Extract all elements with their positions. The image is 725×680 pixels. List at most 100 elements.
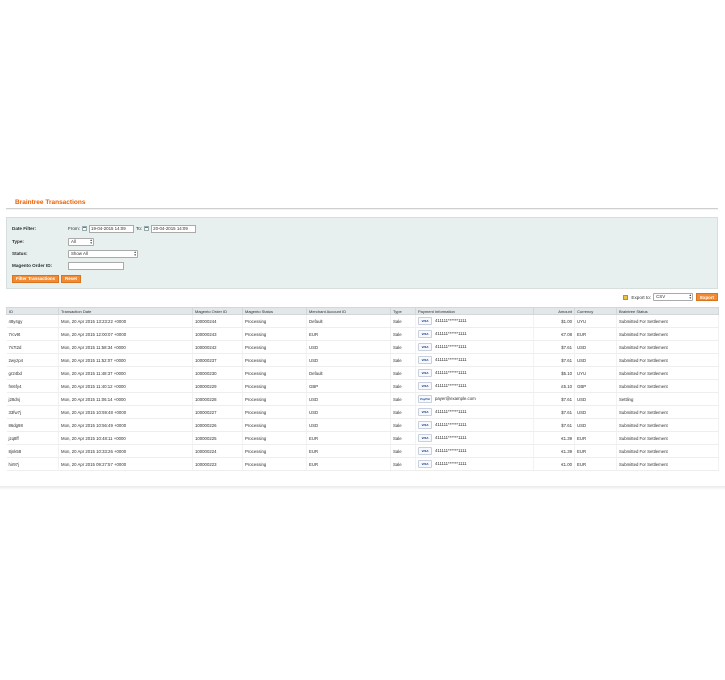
merchant-account-cell: EUR	[306, 444, 391, 458]
magento-status-cell: Processing	[242, 314, 307, 328]
grid-header-row: ID Transaction Date Magento Order ID Magent…	[6, 307, 719, 315]
braintree-status-cell: Submitted For Settlement	[616, 431, 719, 445]
transactions-grid: ID Transaction Date Magento Order ID Magent…	[6, 307, 719, 471]
date-filter-label: Date Filter:	[12, 226, 36, 231]
payment-info-cell: VISA 411111******1111	[415, 379, 534, 393]
column-header[interactable]: Currency	[574, 307, 617, 315]
column-header[interactable]: Magento Order ID	[192, 307, 243, 315]
to-date-input[interactable]: 20-04-2015 14:09	[151, 224, 197, 233]
type-select[interactable]: All ▴ ▾	[68, 237, 94, 246]
column-header[interactable]: ID	[6, 307, 59, 315]
visa-card-icon: VISA	[418, 434, 432, 442]
order-id-row: Magento Order ID:	[12, 261, 124, 270]
visa-card-icon: VISA	[418, 460, 432, 468]
merchant-account-cell: EUR	[306, 457, 391, 471]
payment-info-text: payer@example.com	[435, 396, 476, 402]
column-header[interactable]: Type	[390, 307, 416, 315]
column-header[interactable]: Amount	[533, 307, 575, 315]
table-row[interactable]: gr24bd Mon, 20 Apr 2015 11:48:37 +0000 100…	[6, 366, 719, 380]
braintree-status-cell: Submitted For Settlement	[616, 418, 719, 432]
currency-cell: GBP	[574, 379, 617, 393]
transaction-date-cell: Mon, 20 Apr 2015 10:48:11 +0000	[58, 431, 193, 445]
merchant-account-cell: Default	[306, 314, 391, 328]
table-row[interactable]: 86dg98 Mon, 20 Apr 2015 10:56:49 +0000 100…	[6, 418, 719, 432]
order-id-cell: 100000242	[192, 340, 243, 354]
payment-info-cell: VISA 411111******1111	[415, 405, 534, 419]
transaction-date-cell: Mon, 20 Apr 2015 10:59:48 +0000	[58, 405, 193, 419]
braintree-status-cell: Submitted For Settlement	[616, 353, 719, 367]
from-date-input[interactable]: 19-04-2015 14:09	[89, 224, 134, 233]
table-row[interactable]: j28dnj Mon, 20 Apr 2015 11:06:14 +0000 100…	[6, 392, 719, 406]
status-select[interactable]: Show All ▴ ▾	[68, 249, 138, 258]
visa-card-icon: VISA	[418, 356, 432, 364]
merchant-account-cell: GBP	[306, 379, 391, 393]
order-id-cell: 100000223	[192, 457, 243, 471]
currency-cell: USD	[574, 418, 617, 432]
table-row[interactable]: 33fw7j Mon, 20 Apr 2015 10:59:48 +0000 100…	[6, 405, 719, 419]
braintree-status-cell: Submitted For Settlement	[616, 457, 719, 471]
order-id-cell: 100000226	[192, 418, 243, 432]
magento-status-cell: Processing	[242, 366, 307, 380]
currency-cell: USD	[574, 405, 617, 419]
export-label: Export to:	[631, 294, 652, 300]
to-label: To:	[136, 226, 143, 231]
braintree-status-cell: Submitted For Settlement	[616, 314, 719, 328]
order-id-cell: 100000224	[192, 444, 243, 458]
export-button[interactable]: Export	[696, 293, 718, 301]
amount-cell: $7.61	[533, 340, 575, 354]
payment-info-cell: VISA 411111******1111	[415, 366, 534, 380]
transaction-date-cell: Mon, 20 Apr 2015 12:00:07 +0000	[58, 327, 193, 341]
table-row[interactable]: 7rcv9t Mon, 20 Apr 2015 12:00:07 +0000 100…	[6, 327, 719, 341]
transaction-id-cell: j28dnj	[6, 392, 59, 406]
amount-cell: $1.00	[533, 314, 575, 328]
table-row[interactable]: 2wyzp4 Mon, 20 Apr 2015 11:52:07 +0000 100…	[6, 353, 719, 367]
currency-cell: EUR	[574, 457, 617, 471]
payment-info-cell: VISA 411111******1111	[415, 353, 534, 367]
title-divider	[6, 208, 718, 209]
visa-card-icon: VISA	[418, 408, 432, 416]
magento-status-cell: Processing	[242, 418, 307, 432]
footer-divider	[0, 486, 725, 490]
select-arrows-icon: ▴ ▾	[134, 249, 136, 257]
type-cell: Sale	[390, 366, 416, 380]
export-icon	[623, 294, 629, 300]
export-format-select[interactable]: CSV ▴ ▾	[653, 293, 694, 301]
table-row[interactable]: 48y4gy Mon, 20 Apr 2015 13:23:22 +0000 100…	[6, 314, 719, 328]
currency-cell: USD	[574, 340, 617, 354]
amount-cell: $7.61	[533, 418, 575, 432]
type-cell: Sale	[390, 340, 416, 354]
reset-button[interactable]: Reset	[61, 274, 82, 283]
order-id-input[interactable]	[68, 261, 124, 270]
column-header[interactable]: Braintree Status	[616, 307, 719, 315]
table-row[interactable]: 8jnk58 Mon, 20 Apr 2015 10:33:26 +0000 100…	[6, 444, 719, 458]
column-header[interactable]: Merchant Account ID	[306, 307, 391, 315]
column-header[interactable]: Magento Status	[242, 307, 307, 315]
calendar-icon[interactable]	[82, 226, 87, 231]
column-header[interactable]: Payment Information	[415, 307, 534, 315]
payment-info-cell: VISA 411111******1111	[415, 327, 534, 341]
calendar-icon[interactable]	[144, 226, 150, 231]
filter-transactions-button[interactable]: Filter Transactions	[12, 274, 60, 283]
transaction-id-cell: 2wyzp4	[6, 353, 59, 367]
column-header[interactable]: Transaction Date	[58, 307, 193, 315]
transaction-date-cell: Mon, 20 Apr 2015 11:40:12 +0000	[58, 379, 193, 393]
payment-info-text: 411111******1111	[435, 331, 467, 337]
table-row[interactable]: fm6fy4 Mon, 20 Apr 2015 11:40:12 +0000 100…	[6, 379, 719, 393]
table-row[interactable]: jzq8ff Mon, 20 Apr 2015 10:48:11 +0000 100…	[6, 431, 719, 445]
magento-status-cell: Processing	[242, 405, 307, 419]
status-select-value: Show All	[71, 250, 88, 256]
merchant-account-cell: USD	[306, 340, 391, 354]
table-row[interactable]: 7s7t2d Mon, 20 Apr 2015 11:58:34 +0000 100…	[6, 340, 719, 354]
currency-cell: EUR	[574, 431, 617, 445]
transaction-id-cell: 7s7t2d	[6, 340, 59, 354]
type-select-value: All	[71, 238, 76, 244]
transaction-id-cell: gr24bd	[6, 366, 59, 380]
visa-card-icon: VISA	[418, 382, 432, 390]
payment-info-cell: VISA 411111******1111	[415, 418, 534, 432]
transaction-date-cell: Mon, 20 Apr 2015 10:33:26 +0000	[58, 444, 193, 458]
page-title: Braintree Transactions	[15, 199, 86, 206]
merchant-account-cell: EUR	[306, 327, 391, 341]
type-row: Type: All ▴ ▾	[12, 237, 94, 246]
payment-info-text: 411111******1111	[435, 370, 467, 376]
table-row[interactable]: hir97j Mon, 20 Apr 2015 09:27:57 +0000 100…	[6, 457, 719, 471]
